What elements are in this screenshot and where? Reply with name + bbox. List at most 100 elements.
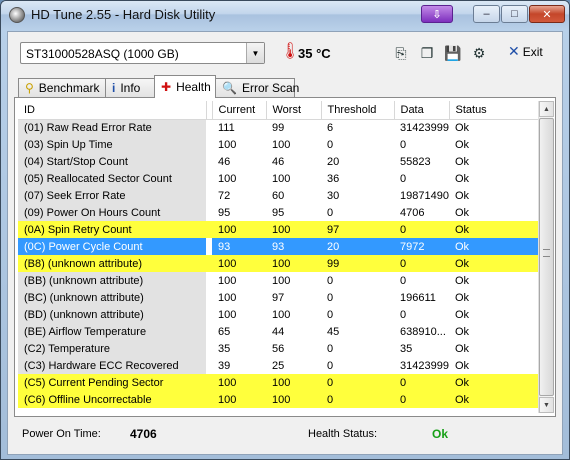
cell-threshold: 0 bbox=[327, 206, 334, 219]
column-header-id[interactable]: ID bbox=[18, 101, 207, 120]
cell-id: (0A) Spin Retry Count bbox=[18, 221, 206, 238]
cell-threshold: 0 bbox=[327, 138, 334, 151]
column-header-threshold[interactable]: Threshold bbox=[321, 101, 395, 120]
cell-worst: 25 bbox=[272, 359, 285, 372]
maximize-button[interactable]: □ bbox=[501, 5, 528, 23]
title-bar[interactable]: HD Tune 2.55 - Hard Disk Utility ⇩ – □ ✕ bbox=[1, 1, 569, 29]
table-row[interactable]: (C5) Current Pending Sector 100 100 0 0 Ok bbox=[18, 374, 538, 391]
hd-tune-app-icon bbox=[9, 7, 25, 23]
cell-data: 35 bbox=[400, 342, 413, 355]
table-row[interactable]: (C3) Hardware ECC Recovered 39 25 0 31423999… bbox=[18, 357, 538, 374]
column-header-status[interactable]: Status bbox=[449, 101, 538, 120]
cell-id: (C5) Current Pending Sector bbox=[18, 374, 206, 391]
table-row[interactable]: (0C) Power Cycle Count 93 93 20 7972 Ok bbox=[18, 238, 538, 255]
cell-status: Ok bbox=[455, 206, 470, 219]
cell-id: (07) Seek Error Rate bbox=[18, 187, 206, 204]
cell-status: Ok bbox=[455, 325, 470, 338]
cell-worst: 56 bbox=[272, 342, 285, 355]
table-row[interactable]: (BE) Airflow Temperature 65 44 45 638910... O… bbox=[18, 323, 538, 340]
table-row[interactable]: (09) Power On Hours Count 95 95 0 4706 Ok bbox=[18, 204, 538, 221]
cell-worst: 100 bbox=[266, 221, 321, 238]
cell-status: Ok bbox=[455, 342, 470, 355]
tab-health[interactable]: ✚ Health bbox=[154, 75, 216, 98]
table-row[interactable]: (BD) (unknown attribute) 100 100 0 0 Ok bbox=[18, 306, 538, 323]
table-row[interactable]: (04) Start/Stop Count 46 46 20 55823 Ok bbox=[18, 153, 538, 170]
cell-status: Ok bbox=[449, 255, 538, 272]
cell-data: 0 bbox=[394, 374, 449, 391]
cell-data: 55823 bbox=[400, 155, 431, 168]
column-header-current[interactable]: Current bbox=[212, 101, 267, 120]
table-row[interactable]: (01) Raw Read Error Rate 111 99 6 31423999 Ok bbox=[18, 119, 538, 136]
cell-id: (BE) Airflow Temperature bbox=[18, 323, 206, 340]
table-row[interactable]: (C6) Offline Uncorrectable 100 100 0 0 Ok bbox=[18, 391, 538, 408]
cell-status: Ok bbox=[455, 121, 470, 134]
scroll-down-icon[interactable]: ▼ bbox=[539, 397, 554, 413]
health-panel: ID Current Worst Threshold Data Status (… bbox=[14, 97, 556, 417]
column-header-data[interactable]: Data bbox=[394, 101, 450, 120]
exit-button[interactable]: ✕ Exit bbox=[508, 43, 543, 60]
cell-data: 19871490 bbox=[400, 189, 449, 202]
smart-table[interactable]: ID Current Worst Threshold Data Status (… bbox=[18, 101, 538, 413]
cell-current: 39 bbox=[218, 359, 231, 372]
scrollbar-thumb[interactable] bbox=[539, 118, 554, 396]
options-icon[interactable]: ⚙ bbox=[470, 44, 488, 62]
app-window: HD Tune 2.55 - Hard Disk Utility ⇩ – □ ✕… bbox=[0, 0, 570, 460]
cell-id: (03) Spin Up Time bbox=[18, 136, 206, 153]
tab-info[interactable]: i Info bbox=[105, 78, 155, 97]
cell-status: Ok bbox=[449, 391, 538, 408]
cell-data: 638910... bbox=[400, 325, 446, 338]
cell-id: (C6) Offline Uncorrectable bbox=[18, 391, 206, 408]
cell-threshold: 97 bbox=[321, 221, 394, 238]
table-row[interactable]: (BC) (unknown attribute) 100 97 0 196611 Ok bbox=[18, 289, 538, 306]
cell-id: (BB) (unknown attribute) bbox=[18, 272, 206, 289]
copy-screen-icon[interactable]: ❐ bbox=[418, 44, 436, 62]
drive-select[interactable]: ST31000528ASQ (1000 GB) ▼ bbox=[20, 42, 265, 64]
table-row[interactable]: (03) Spin Up Time 100 100 0 0 Ok bbox=[18, 136, 538, 153]
table-row[interactable]: (BB) (unknown attribute) 100 100 0 0 Ok bbox=[18, 272, 538, 289]
minimize-button[interactable]: – bbox=[473, 5, 500, 23]
cell-worst: 100 bbox=[272, 138, 291, 151]
cell-current: 93 bbox=[212, 238, 266, 255]
cell-worst: 93 bbox=[266, 238, 321, 255]
chevron-down-icon[interactable]: ▼ bbox=[246, 43, 264, 63]
save-icon[interactable]: 💾 bbox=[444, 44, 462, 62]
cell-status: Ok bbox=[455, 189, 470, 202]
close-button[interactable]: ✕ bbox=[529, 5, 565, 23]
cell-current: 100 bbox=[218, 172, 237, 185]
cell-data: 0 bbox=[394, 221, 449, 238]
vertical-scrollbar[interactable]: ▲ ▼ bbox=[538, 101, 554, 413]
scroll-up-icon[interactable]: ▲ bbox=[539, 101, 554, 117]
cell-id: (05) Reallocated Sector Count bbox=[18, 170, 206, 187]
cell-status: Ok bbox=[455, 291, 470, 304]
tab-error-scan[interactable]: 🔍 Error Scan bbox=[215, 78, 299, 97]
cell-threshold: 36 bbox=[327, 172, 340, 185]
cell-worst: 95 bbox=[272, 206, 285, 219]
cell-threshold: 20 bbox=[327, 155, 340, 168]
table-row[interactable]: (05) Reallocated Sector Count 100 100 36 0 Ok bbox=[18, 170, 538, 187]
copy-icon[interactable]: ⎘ bbox=[392, 44, 410, 62]
cell-data: 31423999 bbox=[400, 121, 449, 134]
table-header: ID Current Worst Threshold Data Status bbox=[18, 101, 538, 120]
table-row[interactable]: (C2) Temperature 35 56 0 35 Ok bbox=[18, 340, 538, 357]
update-button[interactable]: ⇩ bbox=[421, 5, 453, 23]
cell-status: Ok bbox=[449, 374, 538, 391]
column-header-worst[interactable]: Worst bbox=[266, 101, 322, 120]
cell-current: 100 bbox=[218, 138, 237, 151]
tab-benchmark[interactable]: ⚲ Benchmark bbox=[18, 78, 106, 97]
cell-worst: 100 bbox=[272, 274, 291, 287]
cell-worst: 100 bbox=[266, 255, 321, 272]
table-row[interactable]: (B8) (unknown attribute) 100 100 99 0 Ok bbox=[18, 255, 538, 272]
power-on-time-value: 4706 bbox=[130, 427, 157, 441]
tab-label: Health bbox=[176, 80, 211, 94]
cell-id: (C2) Temperature bbox=[18, 340, 206, 357]
benchmark-icon: ⚲ bbox=[25, 81, 34, 95]
cell-data: 7972 bbox=[394, 238, 449, 255]
table-row[interactable]: (07) Seek Error Rate 72 60 30 19871490 Ok bbox=[18, 187, 538, 204]
cell-worst: 100 bbox=[272, 172, 291, 185]
info-icon: i bbox=[112, 81, 116, 95]
cell-worst: 100 bbox=[272, 308, 291, 321]
table-row[interactable]: (0A) Spin Retry Count 100 100 97 0 Ok bbox=[18, 221, 538, 238]
cell-id: (BD) (unknown attribute) bbox=[18, 306, 206, 323]
health-status-value: Ok bbox=[432, 427, 449, 441]
cell-data: 31423999 bbox=[400, 359, 449, 372]
